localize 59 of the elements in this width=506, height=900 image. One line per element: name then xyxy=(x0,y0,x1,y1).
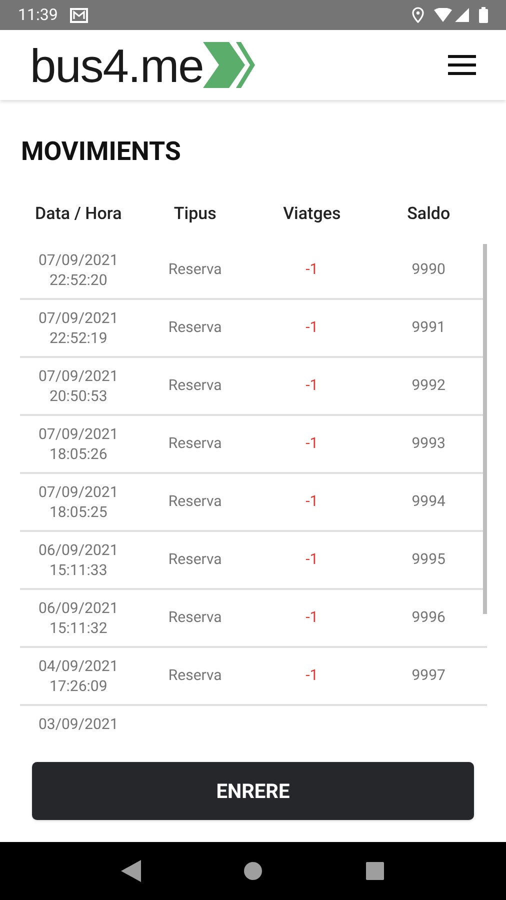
location-icon xyxy=(412,7,424,23)
battery-icon xyxy=(479,7,488,23)
time-text: 18:05:25 xyxy=(49,502,108,522)
type-text: Reserva xyxy=(167,665,223,686)
status-time: 11:39 xyxy=(18,4,58,26)
trips-text: -1 xyxy=(304,259,320,280)
date-text: 07/09/2021 xyxy=(38,308,118,328)
type-text: Reserva xyxy=(167,317,223,338)
column-header: Saldo xyxy=(406,203,452,226)
date-text: 07/09/2021 xyxy=(38,424,118,444)
balance-text: 9992 xyxy=(410,375,446,396)
balance-text: 9991 xyxy=(410,317,446,338)
type-text: Reserva xyxy=(167,491,223,512)
date-text: 06/09/2021 xyxy=(38,598,118,618)
balance-text: 9993 xyxy=(410,433,446,454)
balance-text: 9990 xyxy=(410,259,446,280)
back-button[interactable]: ENRERE xyxy=(32,762,474,820)
trips-text: -1 xyxy=(304,375,320,396)
trips-text: -1 xyxy=(304,317,320,338)
trips-text: -1 xyxy=(304,665,320,686)
type-text: Reserva xyxy=(167,433,223,454)
date-text: 07/09/2021 xyxy=(38,482,118,502)
signal-icon xyxy=(455,8,469,22)
date-text: 03/09/2021 xyxy=(38,714,118,734)
column-header: Data / Hora xyxy=(34,203,123,226)
time-text: 22:52:20 xyxy=(49,270,108,290)
date-text: 07/09/2021 xyxy=(38,366,118,386)
type-text: Reserva xyxy=(167,375,223,396)
chevron-logo-icon xyxy=(203,40,256,90)
trips-text: -1 xyxy=(304,433,320,454)
date-text: 07/09/2021 xyxy=(38,250,118,270)
date-text: 04/09/2021 xyxy=(38,656,118,676)
page-title: MOVIMIENTS xyxy=(20,136,182,168)
type-text: Reserva xyxy=(167,259,223,280)
balance-text: 9994 xyxy=(410,491,446,512)
mail-icon xyxy=(70,8,88,22)
time-text: 22:52:19 xyxy=(49,328,108,348)
trips-text: -1 xyxy=(304,549,320,570)
balance-text: 9997 xyxy=(410,665,446,686)
time-text: 15:11:33 xyxy=(49,560,108,580)
logo-text: bus4.me xyxy=(30,42,204,88)
balance-text: 9995 xyxy=(410,549,446,570)
balance-text: 9996 xyxy=(410,607,446,628)
time-text: 17:26:09 xyxy=(49,676,108,696)
time-text: 15:11:32 xyxy=(49,618,108,638)
time-text: 18:05:26 xyxy=(49,444,108,464)
trips-text: -1 xyxy=(304,491,320,512)
column-header: Viatges xyxy=(282,203,342,226)
recents-icon[interactable] xyxy=(365,861,385,881)
type-text: Reserva xyxy=(167,607,223,628)
column-header: Tipus xyxy=(172,203,218,226)
back-icon[interactable] xyxy=(121,860,141,882)
time-text: 20:50:53 xyxy=(49,386,108,406)
date-text: 06/09/2021 xyxy=(38,540,118,560)
trips-text: -1 xyxy=(304,607,320,628)
home-icon[interactable] xyxy=(243,861,263,881)
wifi-icon xyxy=(434,8,452,22)
menu-icon[interactable] xyxy=(448,54,476,76)
type-text: Reserva xyxy=(167,549,223,570)
